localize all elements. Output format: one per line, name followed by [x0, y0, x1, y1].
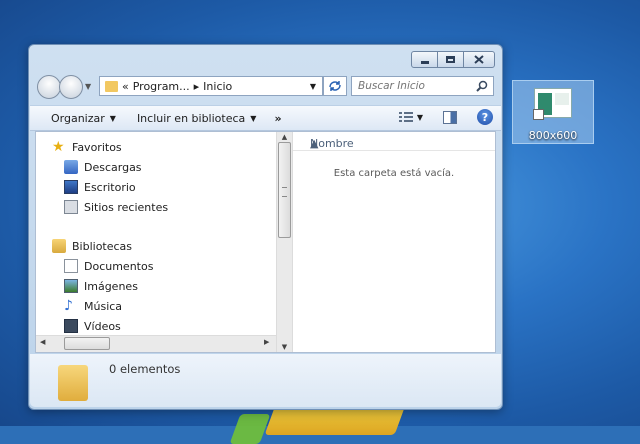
address-chevron[interactable]: «	[122, 80, 129, 93]
caption-buttons	[411, 51, 495, 68]
tree-item-imagenes[interactable]: Imágenes	[52, 276, 153, 296]
close-icon	[474, 55, 484, 64]
view-options-icon[interactable]	[398, 111, 413, 123]
tree-label: Música	[84, 299, 123, 313]
scroll-up-arrow[interactable]: ▲	[277, 133, 292, 141]
tree-label: Escritorio	[84, 180, 136, 194]
search-box[interactable]	[351, 76, 494, 96]
pictures-icon	[64, 279, 78, 293]
refresh-icon	[329, 81, 341, 91]
desktop-shortcut-icon[interactable]: 800x600	[512, 80, 594, 144]
nav-vertical-scrollbar[interactable]: ▲ ▼	[276, 132, 293, 352]
column-header-name[interactable]: ▲ Nombre	[293, 132, 495, 151]
help-button[interactable]: ?	[477, 109, 493, 125]
nav-horizontal-scroll-thumb[interactable]	[64, 337, 110, 350]
tree-item-videos[interactable]: Vídeos	[52, 316, 153, 336]
explorer-body: ★ Favoritos Descargas Escritorio Sitios …	[35, 131, 496, 353]
videos-icon	[64, 319, 78, 333]
address-dropdown-icon[interactable]: ▼	[310, 82, 316, 91]
scroll-down-arrow[interactable]: ▼	[277, 343, 292, 351]
view-dropdown-icon[interactable]: ▼	[417, 113, 423, 122]
organize-label: Organizar	[51, 111, 105, 125]
forward-button[interactable]	[59, 75, 83, 99]
favorites-group: ★ Favoritos Descargas Escritorio Sitios …	[52, 137, 168, 217]
libraries-group: Bibliotecas Documentos Imágenes ♪ Música…	[52, 236, 153, 336]
tree-item-favorites[interactable]: ★ Favoritos	[52, 137, 168, 157]
music-note-icon: ♪	[64, 298, 73, 314]
include-in-library-button[interactable]: Incluir en biblioteca ▼	[137, 112, 257, 125]
refresh-button[interactable]	[323, 76, 347, 96]
documents-icon	[64, 259, 78, 273]
search-icon[interactable]	[476, 80, 488, 92]
explorer-window: ▼ « Program... ▸ Inicio ▼ Organizar ▼ In…	[28, 44, 503, 410]
toolbar-right: ▼ ?	[398, 109, 493, 125]
command-bar: Organizar ▼ Incluir en biblioteca ▼ » ▼ …	[30, 105, 501, 131]
column-header-label: Nombre	[310, 137, 354, 150]
address-bar[interactable]: « Program... ▸ Inicio ▼	[99, 76, 323, 96]
star-icon: ★	[52, 139, 65, 155]
address-separator[interactable]: ▸	[194, 80, 200, 93]
file-list[interactable]: ▲ Nombre Esta carpeta está vacía.	[293, 132, 495, 352]
tree-item-sitios-recientes[interactable]: Sitios recientes	[52, 197, 168, 217]
address-segment-current[interactable]: Inicio	[203, 80, 232, 93]
grip-icon	[282, 187, 287, 197]
desktop-icon	[64, 180, 78, 194]
tree-item-bibliotecas[interactable]: Bibliotecas	[52, 236, 153, 256]
tree-label: Favoritos	[72, 140, 122, 154]
include-in-library-label: Incluir en biblioteca	[136, 111, 246, 125]
more-commands-button[interactable]: »	[274, 112, 281, 125]
navigation-pane: ★ Favoritos Descargas Escritorio Sitios …	[36, 132, 276, 352]
minimize-icon	[420, 61, 429, 64]
chevron-down-icon: ▼	[250, 113, 257, 123]
tree-label: Sitios recientes	[84, 200, 169, 214]
search-input[interactable]	[352, 79, 476, 93]
close-button[interactable]	[463, 51, 495, 68]
minimize-button[interactable]	[411, 51, 438, 68]
nav-horizontal-scrollbar[interactable]: ◀ ▶	[36, 335, 276, 352]
scroll-left-arrow[interactable]: ◀	[40, 338, 45, 346]
tree-label: Vídeos	[84, 319, 121, 333]
recent-pages-dropdown[interactable]: ▼	[85, 82, 91, 91]
maximize-icon	[446, 56, 455, 63]
address-segment-parent[interactable]: Program...	[133, 80, 190, 93]
organize-button[interactable]: Organizar ▼	[51, 112, 116, 125]
folder-icon	[58, 365, 88, 401]
preview-pane-button[interactable]	[443, 110, 457, 124]
tree-item-escritorio[interactable]: Escritorio	[52, 177, 168, 197]
back-button[interactable]	[37, 75, 61, 99]
library-icon	[52, 239, 66, 253]
tree-label: Bibliotecas	[72, 239, 133, 253]
scroll-right-arrow[interactable]: ▶	[264, 338, 269, 346]
tree-label: Descargas	[84, 160, 142, 174]
details-pane: 0 elementos	[30, 354, 501, 407]
desktop-shortcut-label: 800x600	[528, 129, 578, 142]
nav-vertical-scroll-thumb[interactable]	[278, 142, 291, 238]
maximize-button[interactable]	[437, 51, 464, 68]
tree-label: Documentos	[84, 259, 154, 273]
downloads-icon	[64, 160, 78, 174]
navigation-bar: ▼ « Program... ▸ Inicio ▼	[37, 75, 494, 99]
chevron-down-icon: ▼	[109, 113, 116, 123]
tree-label: Imágenes	[84, 279, 138, 293]
shortcut-arrow-icon	[533, 109, 544, 120]
tree-item-documentos[interactable]: Documentos	[52, 256, 153, 276]
empty-folder-message: Esta carpeta está vacía.	[333, 168, 455, 179]
recent-places-icon	[64, 200, 78, 214]
tree-item-musica[interactable]: ♪ Música	[52, 296, 153, 316]
item-count: 0 elementos	[109, 362, 181, 376]
tree-item-descargas[interactable]: Descargas	[52, 157, 168, 177]
folder-icon	[105, 80, 118, 92]
